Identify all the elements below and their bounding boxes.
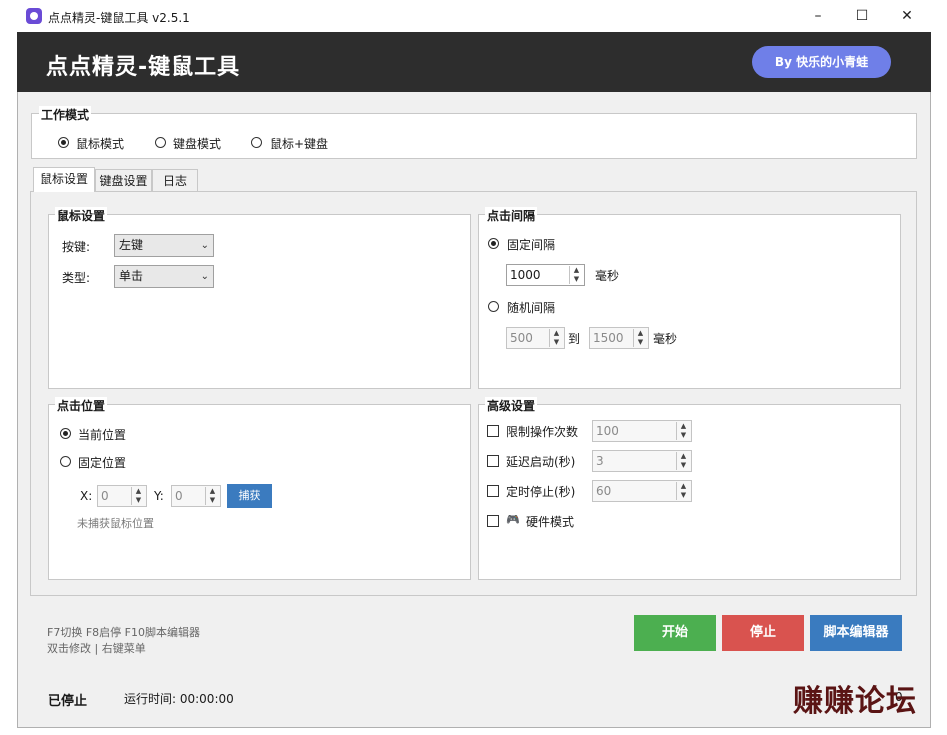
- maximize-button[interactable]: ☐: [839, 0, 885, 32]
- tab-log[interactable]: 日志: [152, 169, 198, 191]
- mouse-settings-title: 鼠标设置: [55, 207, 108, 224]
- spin-arrows-icon[interactable]: ▲ ▼: [676, 482, 690, 500]
- current-position-label[interactable]: 当前位置: [78, 426, 126, 443]
- spin-arrows-icon[interactable]: ▲ ▼: [676, 452, 690, 470]
- limit-count-label[interactable]: 限制操作次数: [506, 423, 578, 440]
- mouse-mode-label[interactable]: 鼠标模式: [76, 135, 124, 152]
- mouse-keyboard-mode-label[interactable]: 鼠标+键盘: [270, 135, 328, 152]
- random-interval-label[interactable]: 随机间隔: [507, 299, 555, 316]
- timer-stop-label[interactable]: 定时停止(秒): [506, 483, 575, 500]
- random-interval-unit: 毫秒: [653, 332, 678, 346]
- limit-count-input[interactable]: 100 ▲ ▼: [592, 420, 692, 442]
- start-button[interactable]: 开始: [634, 615, 716, 651]
- y-coordinate-input[interactable]: 0 ▲ ▼: [171, 485, 221, 507]
- keyboard-mode-radio[interactable]: [155, 137, 166, 148]
- delay-start-input[interactable]: 3 ▲ ▼: [592, 450, 692, 472]
- random-max-value: 1500: [593, 331, 624, 345]
- usage-hint: 双击修改 | 右键菜单: [47, 642, 146, 655]
- button-select[interactable]: 左键 ⌄: [114, 234, 214, 257]
- work-mode-group: [31, 113, 917, 159]
- click-position-title: 点击位置: [55, 397, 108, 414]
- tab-keyboard-settings[interactable]: 键盘设置: [95, 169, 152, 191]
- script-editor-button[interactable]: 脚本编辑器: [810, 615, 902, 651]
- hardware-mode-label[interactable]: 硬件模式: [526, 513, 574, 530]
- delay-start-value: 3: [596, 454, 604, 468]
- type-select-value: 单击: [119, 269, 144, 283]
- fixed-position-radio[interactable]: [60, 456, 71, 467]
- spin-arrows-icon[interactable]: ▲ ▼: [569, 266, 583, 284]
- delay-start-label[interactable]: 延迟启动(秒): [506, 453, 575, 470]
- hotkey-hint: F7切换 F8启停 F10脚本编辑器: [47, 626, 200, 639]
- gamepad-icon: 🎮: [506, 513, 520, 526]
- work-mode-title: 工作模式: [39, 106, 92, 123]
- chevron-down-icon: ⌄: [200, 271, 209, 282]
- random-interval-radio[interactable]: [488, 301, 499, 312]
- window-title: 点点精灵-键鼠工具 v2.5.1: [48, 11, 190, 25]
- app-logo-icon: [26, 8, 42, 24]
- x-coordinate-input[interactable]: 0 ▲ ▼: [97, 485, 147, 507]
- x-label: X:: [80, 489, 93, 503]
- random-max-input[interactable]: 1500 ▲ ▼: [589, 327, 649, 349]
- mouse-keyboard-mode-radio[interactable]: [251, 137, 262, 148]
- capture-button[interactable]: 捕获: [227, 484, 272, 508]
- app-header: 点点精灵-键鼠工具 By 快乐的小青蛙: [17, 32, 931, 92]
- random-min-value: 500: [510, 331, 533, 345]
- click-interval-title: 点击间隔: [485, 207, 538, 224]
- x-coordinate-value: 0: [101, 489, 109, 503]
- minimize-button[interactable]: –: [795, 0, 841, 32]
- run-time: 运行时间: 00:00:00: [124, 692, 234, 706]
- forum-watermark: 赚赚论坛: [793, 684, 917, 719]
- timer-stop-input[interactable]: 60 ▲ ▼: [592, 480, 692, 502]
- type-select[interactable]: 单击 ⌄: [114, 265, 214, 288]
- spin-arrows-icon[interactable]: ▲ ▼: [676, 422, 690, 440]
- keyboard-mode-label[interactable]: 键盘模式: [173, 135, 221, 152]
- fixed-interval-unit: 毫秒: [595, 269, 620, 283]
- limit-count-checkbox[interactable]: [487, 425, 499, 437]
- timer-stop-value: 60: [596, 484, 612, 498]
- limit-count-value: 100: [596, 424, 619, 438]
- capture-status: 未捕获鼠标位置: [77, 517, 154, 530]
- chevron-down-icon: ⌄: [200, 240, 209, 251]
- timer-stop-checkbox[interactable]: [487, 485, 499, 497]
- y-label: Y:: [154, 489, 164, 503]
- button-select-value: 左键: [119, 238, 144, 252]
- app-title: 点点精灵-键鼠工具: [46, 55, 241, 80]
- delay-start-checkbox[interactable]: [487, 455, 499, 467]
- author-badge[interactable]: By 快乐的小青蛙: [752, 46, 891, 78]
- y-coordinate-value: 0: [175, 489, 183, 503]
- advanced-settings-title: 高级设置: [485, 397, 538, 414]
- type-label: 类型:: [62, 271, 91, 285]
- mouse-mode-radio[interactable]: [58, 137, 69, 148]
- random-to-label: 到: [568, 332, 581, 346]
- current-position-radio[interactable]: [60, 428, 71, 439]
- title-bar: 点点精灵-键鼠工具 v2.5.1 – ☐ ✕: [17, 0, 931, 32]
- hardware-mode-checkbox[interactable]: [487, 515, 499, 527]
- fixed-interval-value: 1000: [510, 268, 541, 282]
- spin-arrows-icon[interactable]: ▲ ▼: [633, 329, 647, 347]
- stop-button[interactable]: 停止: [722, 615, 804, 651]
- run-state: 已停止: [48, 694, 88, 709]
- tab-mouse-settings[interactable]: 鼠标设置: [33, 167, 95, 192]
- fixed-interval-input[interactable]: 1000 ▲ ▼: [506, 264, 585, 286]
- fixed-position-label[interactable]: 固定位置: [78, 454, 126, 471]
- random-min-input[interactable]: 500 ▲ ▼: [506, 327, 565, 349]
- spin-arrows-icon[interactable]: ▲ ▼: [549, 329, 563, 347]
- spin-arrows-icon[interactable]: ▲ ▼: [205, 487, 219, 505]
- mouse-settings-group: [48, 214, 471, 389]
- spin-arrows-icon[interactable]: ▲ ▼: [131, 487, 145, 505]
- fixed-interval-label[interactable]: 固定间隔: [507, 236, 555, 253]
- close-button[interactable]: ✕: [884, 0, 930, 32]
- button-label: 按键:: [62, 240, 91, 254]
- fixed-interval-radio[interactable]: [488, 238, 499, 249]
